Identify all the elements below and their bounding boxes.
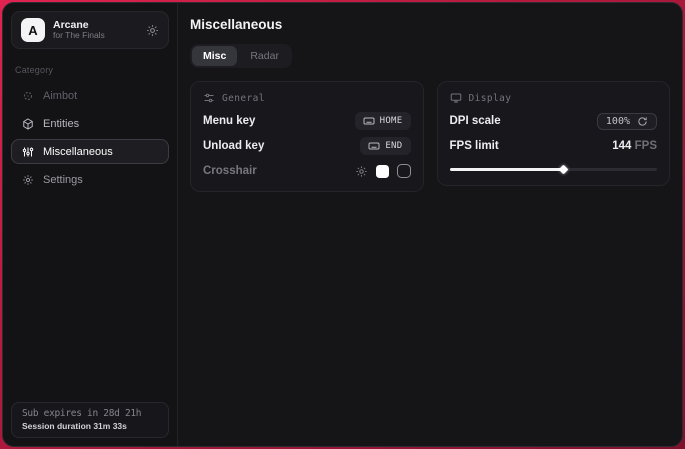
fps-unit: FPS — [631, 140, 657, 152]
page-title: Miscellaneous — [190, 17, 670, 32]
crosshair-checkbox[interactable] — [397, 164, 411, 178]
general-panel-header: General — [203, 92, 411, 104]
crosshair-color-swatch[interactable] — [376, 165, 389, 178]
crosshair-controls — [355, 164, 411, 178]
gear-icon — [22, 174, 34, 186]
general-panel-title: General — [222, 93, 265, 104]
dpi-scale-label: DPI scale — [450, 115, 501, 127]
tab-bar: Misc Radar — [190, 44, 292, 68]
sliders-icon — [203, 92, 215, 104]
subscription-card: Sub expires in 28d 21h Session duration … — [11, 402, 169, 438]
sidebar: A Arcane for The Finals Category — [3, 3, 178, 446]
cube-icon — [22, 118, 34, 130]
display-panel: Display DPI scale 100% — [437, 81, 671, 186]
unload-key-value: END — [385, 141, 402, 151]
fps-limit-label: FPS limit — [450, 140, 499, 152]
sidebar-item-settings[interactable]: Settings — [11, 167, 169, 192]
category-label: Category — [15, 65, 165, 75]
crosshair-label: Crosshair — [203, 165, 257, 177]
fps-slider-fill — [450, 168, 564, 171]
display-panel-header: Display — [450, 92, 658, 104]
dpi-scale-select[interactable]: 100% — [597, 113, 657, 130]
sliders-icon — [22, 146, 34, 158]
logo-mark: A — [21, 18, 45, 42]
unload-key-label: Unload key — [203, 140, 264, 152]
sidebar-item-label: Aimbot — [43, 90, 77, 102]
unload-key-binding[interactable]: END — [360, 137, 410, 155]
unload-key-row: Unload key END — [203, 138, 411, 154]
sidebar-item-entities[interactable]: Entities — [11, 111, 169, 136]
fps-limit-value: 144 FPS — [612, 140, 657, 152]
keyboard-icon — [368, 140, 380, 152]
gear-icon[interactable] — [355, 165, 368, 178]
session-duration-text: Session duration 31m 33s — [22, 421, 158, 431]
sidebar-item-label: Miscellaneous — [43, 146, 113, 158]
tab-radar[interactable]: Radar — [239, 46, 290, 66]
display-panel-title: Display — [469, 93, 512, 104]
monitor-icon — [450, 92, 462, 104]
logo-text: Arcane for The Finals — [53, 19, 138, 41]
sidebar-item-label: Settings — [43, 174, 83, 186]
main-content: Miscellaneous Misc Radar General — [178, 3, 682, 446]
fps-limit-slider[interactable] — [450, 165, 658, 173]
sidebar-nav: Aimbot Entities — [11, 83, 169, 192]
crosshair-row: Crosshair — [203, 163, 411, 179]
app-window: A Arcane for The Finals Category — [2, 2, 683, 447]
dpi-scale-value: 100% — [606, 116, 630, 127]
fps-limit-row: FPS limit 144 FPS — [450, 138, 658, 154]
fps-slider-thumb[interactable] — [558, 165, 568, 175]
app-subtitle: for The Finals — [53, 31, 138, 41]
logo-card: A Arcane for The Finals — [11, 11, 169, 49]
general-panel: General Menu key HOME — [190, 81, 424, 192]
menu-key-binding[interactable]: HOME — [355, 112, 411, 130]
sub-expiry-text: Sub expires in 28d 21h — [22, 408, 158, 419]
sidebar-item-label: Entities — [43, 118, 79, 130]
menu-key-value: HOME — [380, 116, 403, 126]
gear-icon[interactable] — [146, 24, 159, 37]
tab-misc[interactable]: Misc — [192, 46, 237, 66]
sidebar-item-aimbot[interactable]: Aimbot — [11, 83, 169, 108]
refresh-icon — [637, 116, 648, 127]
keyboard-icon — [363, 115, 375, 127]
crosshair-icon — [22, 90, 34, 102]
dpi-scale-row: DPI scale 100% — [450, 113, 658, 129]
sidebar-item-miscellaneous[interactable]: Miscellaneous — [11, 139, 169, 164]
menu-key-row: Menu key HOME — [203, 113, 411, 129]
panels-row: General Menu key HOME — [190, 81, 670, 192]
menu-key-label: Menu key — [203, 115, 255, 127]
